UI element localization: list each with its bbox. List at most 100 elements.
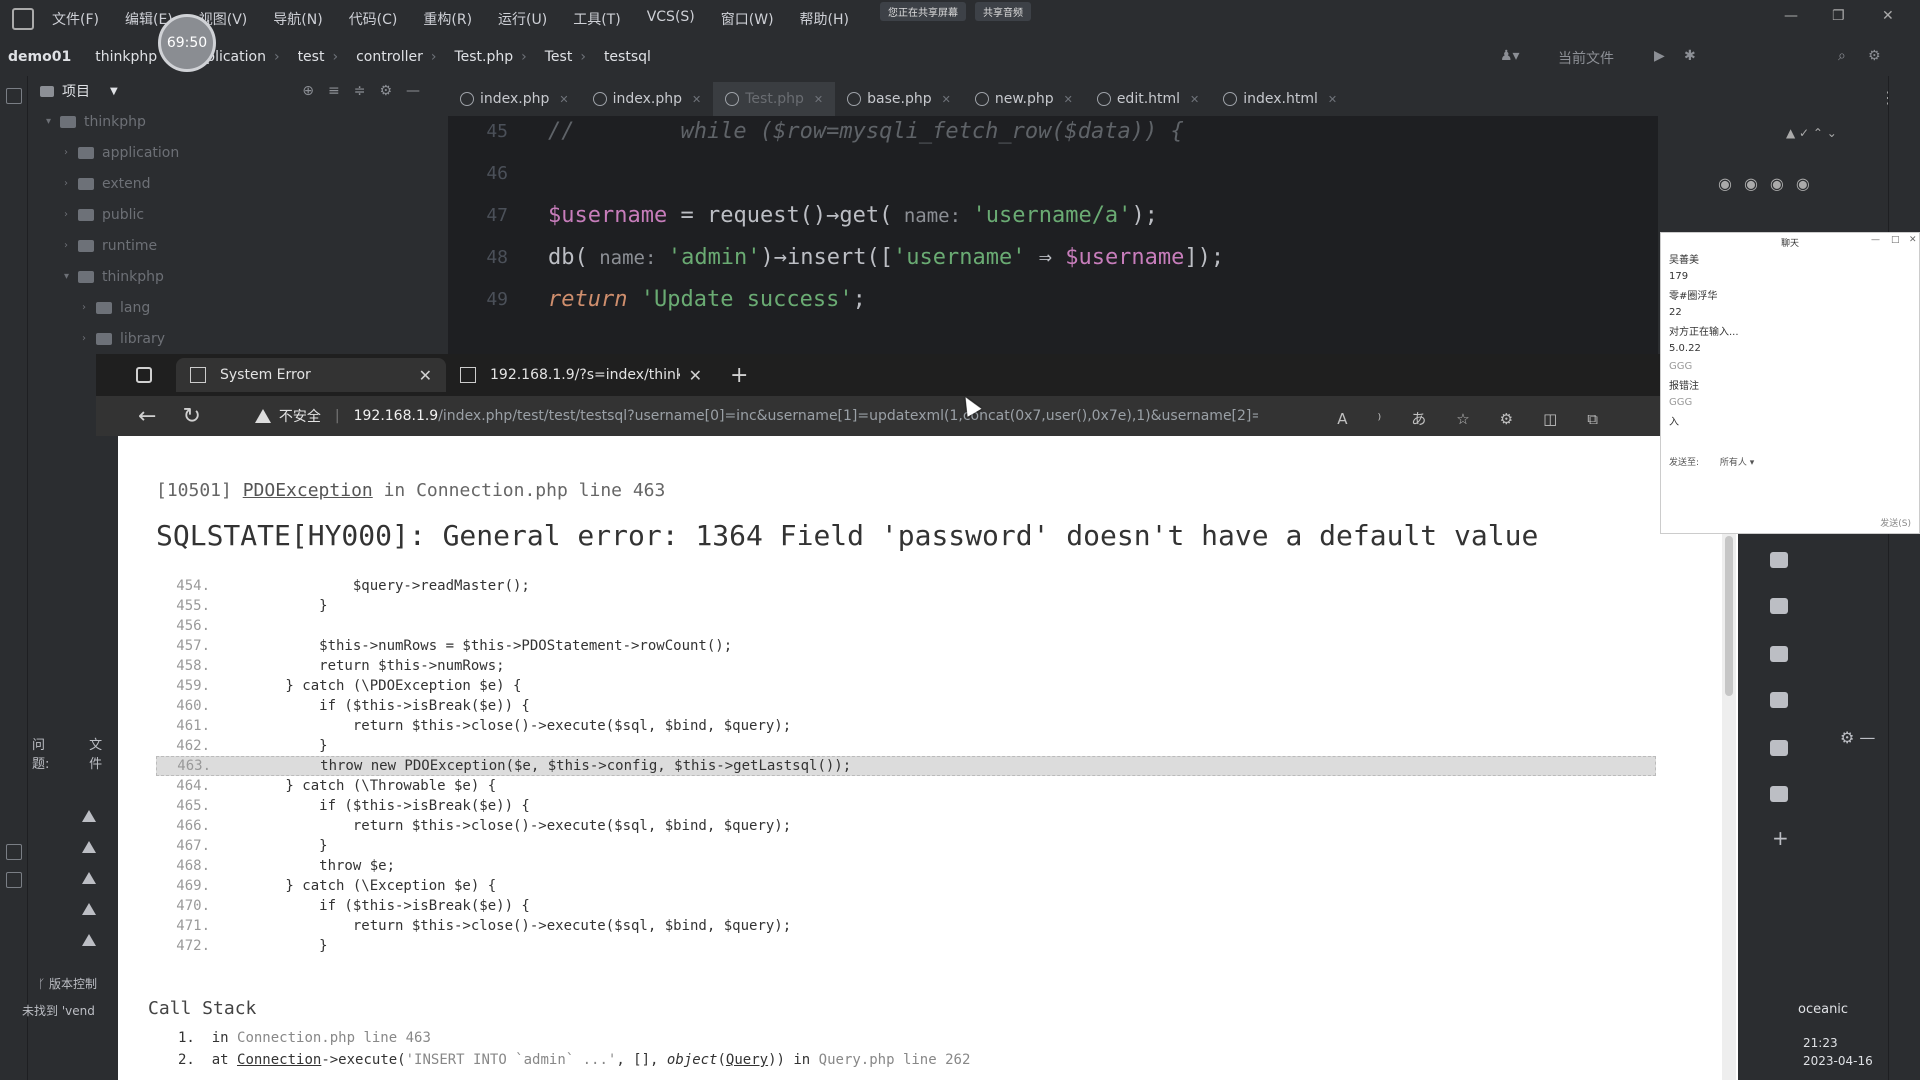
browser-preview-icons[interactable]: ◉◉◉◉ [1718, 174, 1822, 193]
run-icon[interactable]: ▶ [1654, 48, 1665, 64]
settings-icon[interactable]: ⚙ [1868, 48, 1881, 64]
add-icon[interactable]: + [1772, 826, 1789, 850]
close-icon[interactable]: ✕ [692, 93, 701, 106]
breadcrumb-item[interactable]: testsql [604, 49, 651, 65]
project-name[interactable]: demo01 [8, 49, 71, 65]
breadcrumb-item[interactable]: Test.php [454, 49, 513, 65]
editor-tab[interactable]: new.php ✕ [963, 82, 1085, 116]
menu-item[interactable]: VCS(S) [647, 9, 695, 29]
chat-maximize-icon[interactable]: □ [1891, 235, 1900, 245]
tool-icon[interactable] [1770, 552, 1788, 568]
menu-item[interactable]: 运行(U) [498, 9, 547, 29]
chevron-right-icon[interactable]: › [64, 240, 78, 251]
chevron-right-icon[interactable]: › [64, 147, 78, 158]
share-audio-button[interactable]: 共享音频 [975, 2, 1031, 21]
tree-item[interactable]: › extend [28, 168, 448, 199]
editor-tab[interactable]: Test.php ✕ [713, 82, 836, 116]
screen-share-indicator[interactable]: 您正在共享屏幕 [880, 2, 966, 21]
tree-item[interactable]: ▾ thinkphp [28, 106, 448, 137]
tool-icon[interactable] [1770, 646, 1788, 662]
close-icon[interactable]: ✕ [814, 93, 823, 106]
editor-tab[interactable]: index.php ✕ [448, 82, 581, 116]
breadcrumb-item[interactable]: thinkphp [95, 49, 157, 65]
chevron-down-icon[interactable]: ▾ [64, 271, 78, 282]
chevron-right-icon[interactable]: › [82, 302, 96, 313]
close-icon[interactable]: ✕ [559, 93, 568, 106]
breadcrumb-item[interactable]: test [298, 49, 325, 65]
tree-item[interactable]: › lang [28, 292, 448, 323]
tool-icon[interactable] [1770, 786, 1788, 802]
editor-tab[interactable]: edit.html ✕ [1085, 82, 1211, 116]
close-icon[interactable]: ✕ [1190, 93, 1199, 106]
exception-link[interactable]: PDOException [243, 480, 373, 501]
minimize-icon[interactable]: — [1784, 8, 1798, 24]
breadcrumb-item[interactable]: Test [545, 49, 573, 65]
chevron-down-icon[interactable]: ▼ [110, 86, 118, 97]
chevron-down-icon[interactable]: ▾ [46, 116, 60, 127]
back-button[interactable]: ← [138, 404, 156, 429]
search-icon[interactable]: ⌕ [1838, 48, 1846, 64]
menu-item[interactable]: 重构(R) [423, 9, 472, 29]
run-config-select[interactable]: 当前文件 [1558, 48, 1614, 68]
tree-item[interactable]: ▾ thinkphp [28, 261, 448, 292]
project-panel-title[interactable]: 项目 [62, 81, 90, 101]
tree-item[interactable]: › application [28, 137, 448, 168]
tool-icon[interactable] [1770, 692, 1788, 708]
problem-row[interactable] [28, 924, 118, 955]
user-icon[interactable]: ♟▾ [1500, 48, 1520, 64]
structure-tool-icon[interactable] [6, 872, 22, 888]
browser-tab[interactable]: System Error ✕ [176, 358, 446, 392]
close-icon[interactable]: ✕ [1328, 93, 1337, 106]
menu-item[interactable]: 导航(N) [273, 9, 322, 29]
version-control-button[interactable]: ᚴ 版本控制 [38, 975, 97, 992]
reload-button[interactable]: ↻ [182, 404, 200, 429]
gear-icon[interactable]: ⚙ — [1840, 728, 1875, 747]
stack-file-link[interactable]: Query.php line 262 [819, 1052, 971, 1068]
tree-item[interactable]: › runtime [28, 230, 448, 261]
close-icon[interactable]: ✕ [942, 93, 951, 106]
sidebar-toggle-icon[interactable] [136, 367, 152, 383]
url-host[interactable]: 192.168.1.9 [354, 408, 439, 424]
browser-toolbar-icons[interactable]: A⁾あ☆⚙◫⧉ [1337, 408, 1628, 429]
editor-tab[interactable]: base.php ✕ [835, 82, 963, 116]
menu-item[interactable]: 代码(C) [349, 9, 398, 29]
scrollbar-thumb[interactable] [1725, 536, 1733, 696]
problem-row[interactable] [28, 831, 118, 862]
tab-files[interactable]: 文件 [89, 734, 114, 772]
project-tool-icon[interactable] [6, 88, 22, 104]
tab-problems[interactable]: 问题: [32, 734, 61, 772]
close-icon[interactable]: ✕ [1064, 93, 1073, 106]
send-button[interactable]: 发送(S) [1880, 516, 1911, 529]
chat-minimize-icon[interactable]: — [1871, 235, 1880, 245]
code-editor[interactable]: 45 // while ($row=mysqli_fetch_row($data… [448, 116, 1658, 356]
problem-row[interactable] [28, 893, 118, 924]
menu-item[interactable]: 帮助(H) [800, 9, 849, 29]
maximize-icon[interactable]: ❐ [1832, 8, 1845, 24]
inspection-widget[interactable]: ▲ ✓ ⌃ ⌄ [1786, 126, 1837, 140]
problem-row[interactable] [28, 862, 118, 893]
project-panel-tools[interactable]: ⊕≡≑⚙— [302, 83, 434, 99]
security-indicator[interactable]: 不安全 [254, 406, 321, 426]
chevron-right-icon[interactable]: › [64, 209, 78, 220]
problem-row[interactable] [28, 800, 118, 831]
tree-item[interactable]: › public [28, 199, 448, 230]
tool-icon[interactable] [1770, 598, 1788, 614]
close-icon[interactable]: ✕ [689, 366, 702, 385]
close-icon[interactable]: ✕ [1882, 8, 1894, 24]
editor-tab[interactable]: index.php ✕ [581, 82, 714, 116]
close-icon[interactable]: ✕ [419, 366, 432, 385]
debug-icon[interactable]: ✱ [1684, 48, 1696, 64]
stack-class-link[interactable]: Connection [237, 1052, 321, 1068]
chevron-right-icon[interactable]: › [82, 333, 96, 344]
url-path[interactable]: /index.php/test/test/testsql?username[0]… [438, 408, 1258, 424]
browser-tab[interactable]: 192.168.1.9/?s=index/think\apj ✕ [446, 358, 716, 392]
editor-tab[interactable]: index.html ✕ [1211, 82, 1349, 116]
breadcrumb-item[interactable]: controller [356, 49, 423, 65]
chat-close-icon[interactable]: ✕ [1909, 235, 1917, 245]
send-to-select[interactable]: 所有人 ▾ [1720, 458, 1754, 468]
menu-item[interactable]: 窗口(W) [721, 9, 774, 29]
chevron-right-icon[interactable]: › [64, 178, 78, 189]
new-tab-button[interactable]: + [730, 363, 748, 388]
tree-item[interactable]: › library [28, 323, 448, 354]
menu-item[interactable]: 文件(F) [52, 9, 99, 29]
